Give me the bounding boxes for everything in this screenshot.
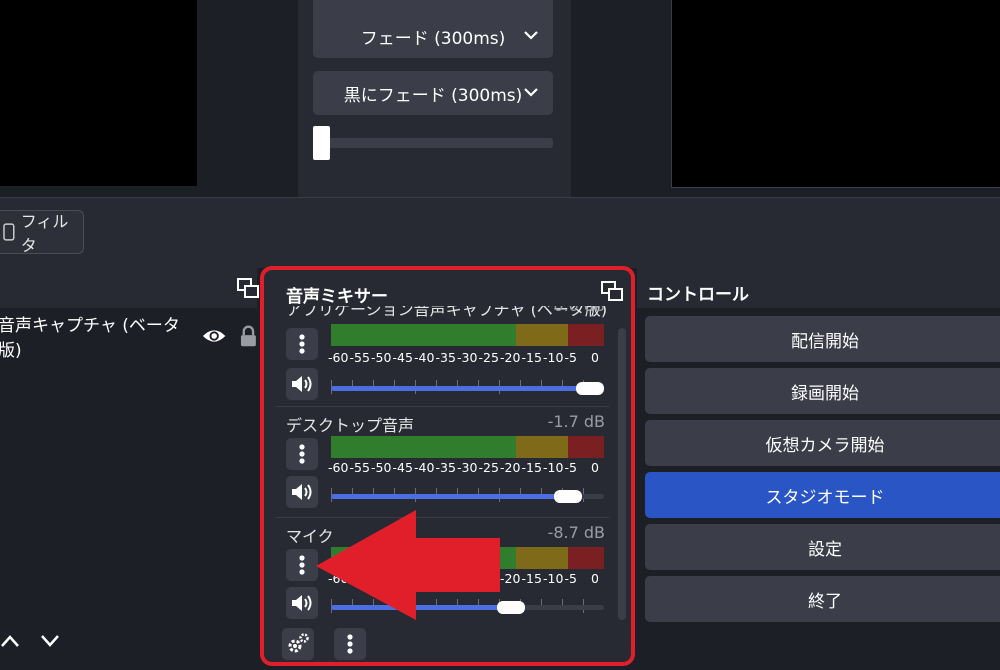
meter-scale-label: -40 (414, 350, 435, 365)
meter-scale-label: -55 (349, 350, 370, 365)
meter-scale: -60-55-50-45-40-35-30-25-20-15-10-50 (328, 460, 608, 476)
transition-slider-handle[interactable] (313, 126, 330, 160)
meter-scale-label: -40 (414, 460, 435, 475)
kebab-menu-icon (299, 444, 305, 464)
meter-scale-label: 0 (591, 460, 599, 475)
volume-slider-fill (331, 494, 567, 499)
undock-icon[interactable] (601, 281, 623, 301)
preview-canvas-left (0, 0, 197, 186)
move-up-icon[interactable] (0, 634, 20, 648)
kebab-menu-icon (299, 334, 305, 354)
lock-icon[interactable] (240, 325, 257, 347)
sources-panel: 音声キャプチャ (ベータ版) (0, 268, 259, 670)
mixer-title: 音声ミキサー (286, 287, 388, 307)
volume-slider-handle[interactable] (576, 382, 604, 395)
meter-scale-label: -10 (543, 571, 564, 586)
volume-meter (331, 324, 604, 346)
meter-scale-label: -30 (457, 350, 478, 365)
controls-panel: コントロール 配信開始 録画開始 仮想カメラ開始 スタジオモード 設定 終了 (637, 268, 1000, 670)
channel-db: -8.7 dB (547, 523, 605, 542)
mute-button[interactable] (286, 587, 318, 619)
volume-slider-fill (331, 386, 590, 391)
channel-menu-button[interactable] (286, 438, 318, 470)
studio-mode-button[interactable]: スタジオモード (645, 472, 1000, 518)
meter-scale-label: -20 (500, 460, 521, 475)
start-recording-button[interactable]: 録画開始 (645, 368, 1000, 414)
transition-type-select[interactable]: フェード (300ms) (313, 14, 553, 58)
channel-menu-button[interactable] (286, 328, 318, 360)
meter-scale-label: -5 (564, 571, 577, 586)
speaker-icon (292, 484, 312, 500)
meter-scale-label: -30 (457, 460, 478, 475)
channel-db: -1.7 dB (547, 412, 605, 431)
meter-scale-label: -60 (328, 350, 349, 365)
meter-scale: -60-55-50-45-40-35-30-25-20-15-10-50 (328, 350, 608, 366)
start-virtual-camera-button[interactable]: 仮想カメラ開始 (645, 420, 1000, 466)
channel-name: デスクトップ音声 (286, 416, 415, 435)
transition-slider-track[interactable] (313, 138, 553, 148)
controls-header: コントロール (637, 268, 1000, 308)
controls-title: コントロール (647, 285, 749, 305)
meter-scale-label: 0 (591, 571, 599, 586)
transition-preset-select[interactable]: 黒にフェード (300ms) (313, 71, 553, 115)
volume-meter (331, 436, 604, 458)
transition-preset-label: 黒にフェード (300ms) (343, 85, 523, 106)
exit-button[interactable]: 終了 (645, 576, 1000, 622)
meter-scale-label: -15 (521, 571, 542, 586)
meter-scale-label: -35 (435, 350, 456, 365)
meter-scale-label: -25 (478, 350, 499, 365)
mixer-channel-controls: -60 -55 -50 -45 -40 -35 -30 -25 -20 -15 -10 -5 0 (276, 306, 609, 416)
meter-scale-label: -15 (521, 350, 542, 365)
meter-scale-label: -5 (564, 460, 577, 475)
chevron-down-icon (524, 88, 538, 97)
mixer-footer (264, 622, 631, 662)
meter-scale-label: -10 (543, 460, 564, 475)
undock-icon[interactable] (237, 278, 259, 298)
kebab-menu-icon (347, 634, 353, 654)
eye-icon[interactable] (202, 327, 226, 345)
advanced-audio-button[interactable] (282, 628, 314, 660)
meter-scale-label: -35 (435, 460, 456, 475)
channel-menu-button[interactable] (286, 549, 318, 581)
source-item[interactable]: 音声キャプチャ (ベータ版) (0, 316, 257, 361)
transition-type-label: フェード (300ms) (360, 28, 506, 49)
meter-scale-label: -15 (521, 460, 542, 475)
meter-scale-label: -55 (349, 460, 370, 475)
meter-scale-label: -10 (543, 350, 564, 365)
settings-button[interactable]: 設定 (645, 524, 1000, 570)
filter-button[interactable]: フィルタ (0, 210, 84, 255)
transition-panel: フェード (300ms) 黒にフェード (300ms) (298, 0, 571, 197)
filter-icon (3, 223, 15, 241)
speaker-icon (292, 595, 312, 611)
mixer-scrollbar[interactable] (618, 328, 626, 620)
source-toolbar: フィルタ (0, 197, 1000, 268)
meter-scale-label: -5 (564, 350, 577, 365)
mixer-channel: デスクトップ音声 -1.7 dB -60 -55 -50 -45 -40 -35 -30 -2… (276, 412, 609, 522)
meter-scale-label: -20 (500, 350, 521, 365)
program-canvas-right (671, 0, 1000, 188)
mute-button[interactable] (286, 368, 318, 400)
meter-scale-label: -50 (371, 350, 392, 365)
source-item-label: 音声キャプチャ (ベータ版) (0, 316, 180, 361)
filter-label: フィルタ (20, 212, 69, 255)
sources-header (0, 268, 259, 308)
red-arrow-annotation (316, 510, 500, 620)
meter-scale-label: -60 (328, 460, 349, 475)
chevron-down-icon (524, 31, 538, 40)
move-down-icon[interactable] (40, 634, 60, 648)
meter-scale-label: -50 (371, 460, 392, 475)
gears-icon (288, 633, 309, 653)
kebab-menu-icon (299, 555, 305, 575)
speaker-icon (292, 376, 312, 392)
volume-slider-handle[interactable] (554, 490, 582, 503)
start-streaming-button[interactable]: 配信開始 (645, 316, 1000, 362)
meter-scale-label: 0 (591, 350, 599, 365)
meter-scale-label: -25 (478, 460, 499, 475)
mute-button[interactable] (286, 476, 318, 508)
meter-scale-label: -45 (392, 350, 413, 365)
meter-scale-label: -45 (392, 460, 413, 475)
mixer-menu-button[interactable] (334, 628, 366, 660)
channel-divider (276, 406, 609, 407)
